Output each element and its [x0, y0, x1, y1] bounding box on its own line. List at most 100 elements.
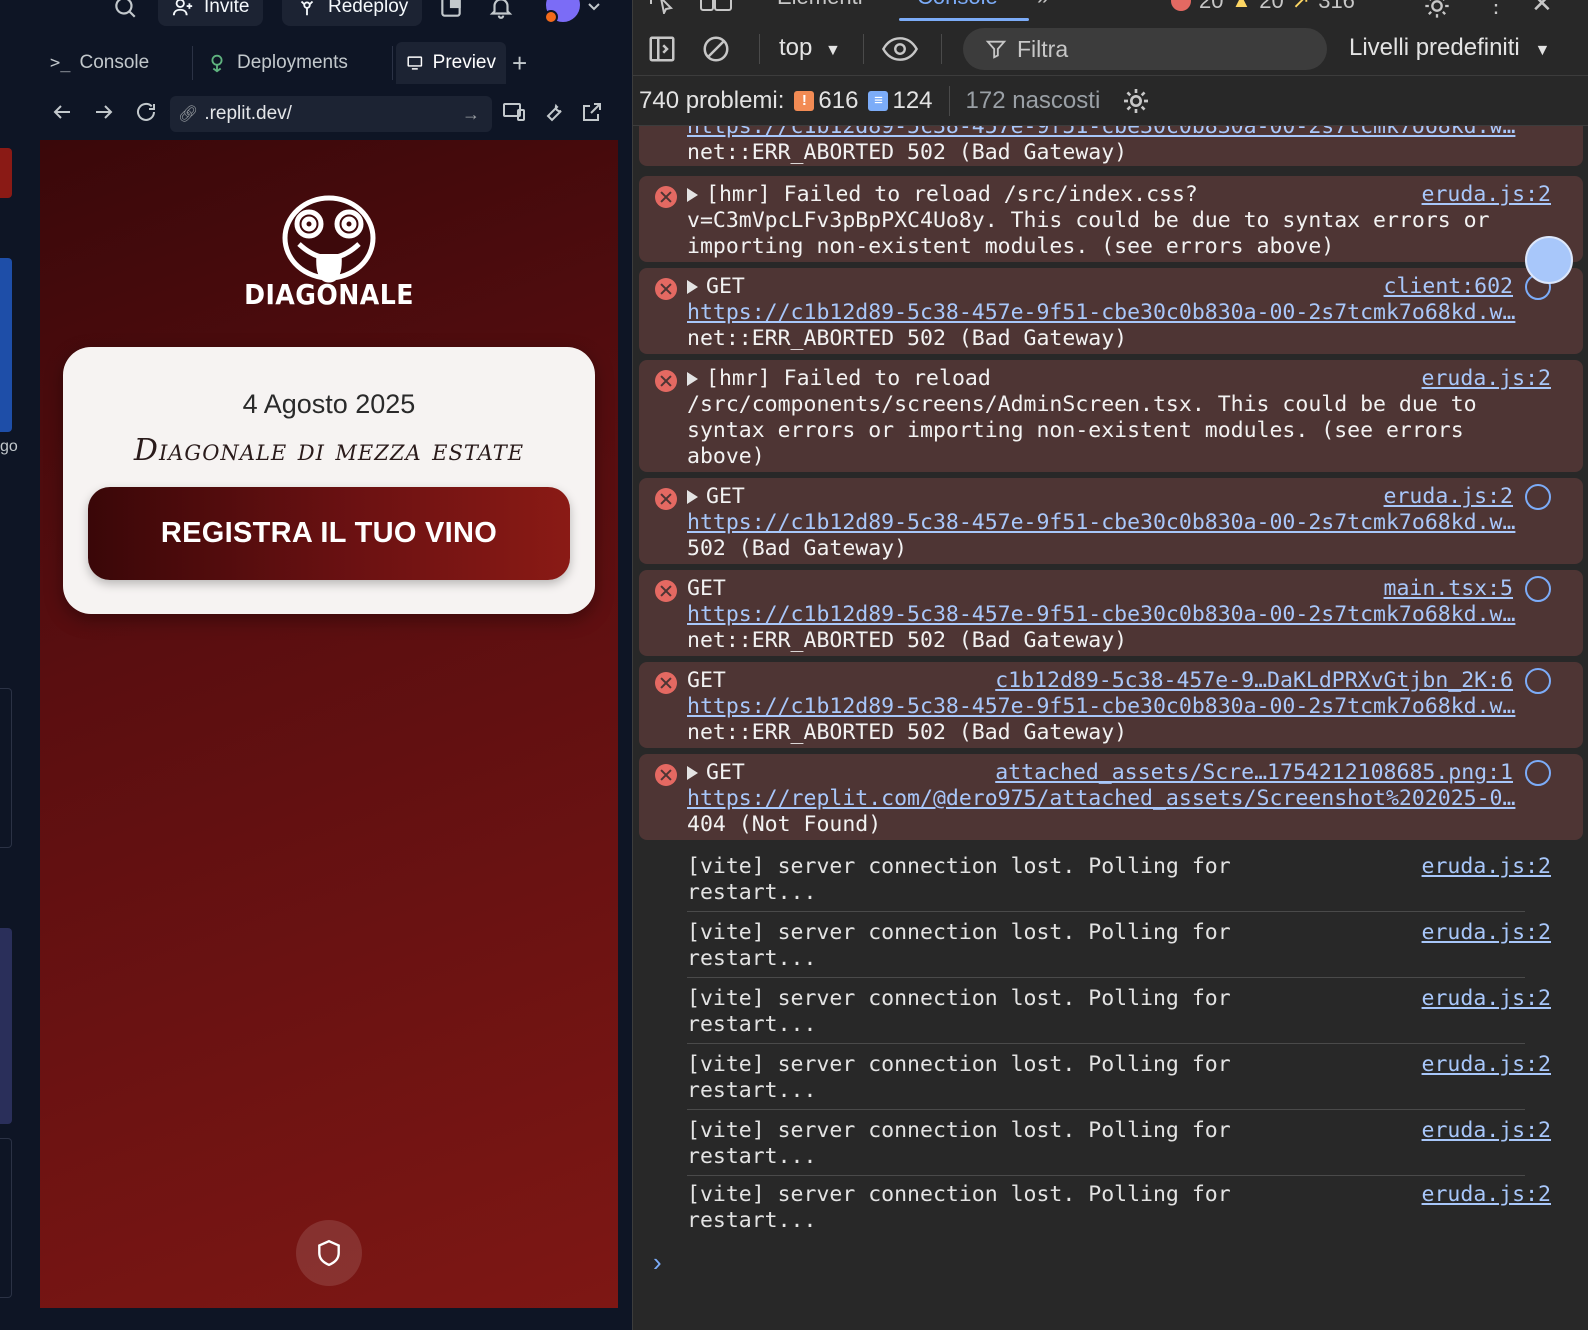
source-link[interactable]: eruda.js:2	[1422, 854, 1551, 880]
source-link[interactable]: attached_assets/Scre…1754212108685.png:1	[995, 760, 1513, 786]
chevron-down-icon[interactable]	[586, 0, 604, 20]
sidebar-fragment	[0, 1138, 12, 1298]
invite-button[interactable]: Invite	[158, 0, 264, 26]
levels-label: Livelli predefiniti	[1349, 34, 1520, 61]
deploy-icon	[300, 0, 314, 16]
source-link[interactable]: eruda.js:2	[1422, 920, 1551, 946]
expand-triangle-icon[interactable]	[687, 766, 698, 780]
url-field[interactable]: 🔗︎ .replit.dev/ →	[170, 96, 492, 132]
network-request-icon[interactable]	[1525, 760, 1551, 786]
sidebar-fragment[interactable]	[0, 258, 12, 432]
tab-deployments[interactable]: Deployments	[196, 42, 358, 84]
forward-icon[interactable]	[92, 100, 118, 126]
source-link[interactable]: eruda.js:2	[1384, 484, 1513, 510]
console-log-row[interactable]: [vite] server connection lost. Polling f…	[639, 914, 1583, 976]
source-link[interactable]: eruda.js:2	[1422, 1118, 1551, 1144]
console-error-row[interactable]: GET https://c1b12d89-5c38-457e-9f51-cbe30…	[639, 662, 1583, 748]
settings-gear-icon[interactable]	[1423, 0, 1451, 20]
close-icon[interactable]: ✕	[1531, 0, 1553, 19]
issue-counters[interactable]: 20 ▲ 20 ↗ 316	[1171, 0, 1355, 14]
inspect-icon[interactable]	[647, 0, 677, 17]
request-url-link[interactable]: https://c1b12d89-5c38-457e-9f51-cbe30c0b…	[687, 694, 1515, 720]
console-error-row[interactable]: GET https://c1b12d89-5c38-457e-9f51-cbe30…	[639, 570, 1583, 656]
warning-count-icon: ▲	[1231, 0, 1252, 12]
console-error-row[interactable]: [hmr] Failed to reload /src/index.css? v=…	[639, 176, 1583, 262]
more-tabs-icon[interactable]: »	[1037, 0, 1049, 10]
avatar[interactable]	[544, 0, 580, 24]
source-link[interactable]: client:602	[1384, 274, 1513, 300]
redeploy-label: Redeploy	[328, 0, 409, 17]
tab-console[interactable]: Console	[917, 0, 998, 10]
layout-icon[interactable]	[438, 0, 464, 20]
console-log-row[interactable]: [vite] server connection lost. Polling f…	[639, 980, 1583, 1042]
filter-input[interactable]: Filtra	[963, 28, 1327, 70]
go-arrow-icon[interactable]: →	[462, 104, 480, 125]
request-url-link[interactable]: https://replit.com/@dero975/attached_ass…	[687, 786, 1515, 812]
back-icon[interactable]	[50, 100, 76, 126]
request-url-link[interactable]: https://c1b12d89-5c38-457e-9f51-cbe30c0b…	[687, 510, 1515, 536]
tab-elements[interactable]: Elementi	[777, 0, 863, 10]
console-error-row[interactable]: GET https://replit.com/@dero975/attached_…	[639, 754, 1583, 840]
ai-assistant-icon[interactable]	[1525, 236, 1573, 284]
network-request-icon[interactable]	[1525, 484, 1551, 510]
shield-button[interactable]	[296, 1220, 362, 1286]
log-levels-dropdown[interactable]: Livelli predefiniti ▼	[1349, 34, 1550, 62]
source-link[interactable]: eruda.js:2	[1422, 1182, 1551, 1208]
workspace-topbar: Invite Redeploy	[0, 0, 632, 38]
device-toggle-icon[interactable]	[699, 0, 733, 14]
console-error-row[interactable]: GET https://c1b12d89-5c38-457e-9f51-cbe30…	[639, 268, 1583, 354]
caret-down-icon: ▼	[1534, 42, 1551, 59]
register-wine-button[interactable]: REGISTRA IL TUO VINO	[88, 487, 570, 580]
console-log-row[interactable]: [vite] server connection lost. Polling f…	[639, 848, 1583, 910]
source-link[interactable]: c1b12d89-5c38-457e-9…DaKLdPRXvGtjbn_2K:6	[995, 668, 1513, 694]
console-error-row[interactable]: https://c1b12d89-5c38-457e-9f51-cbe30c0b…	[639, 126, 1583, 166]
redeploy-button[interactable]: Redeploy	[282, 0, 423, 26]
log-line: restart...	[687, 1208, 817, 1233]
source-link[interactable]: eruda.js:2	[1422, 366, 1551, 392]
request-url-link[interactable]: https://c1b12d89-5c38-457e-9f51-cbe30c0b…	[687, 300, 1515, 326]
error-issues[interactable]: ! 616	[794, 87, 858, 115]
sidebar-fragment[interactable]	[0, 148, 12, 198]
console-settings-icon[interactable]	[1120, 85, 1152, 117]
console-prompt[interactable]: ›	[653, 1247, 662, 1278]
console-log-row[interactable]: [vite] server connection lost. Polling f…	[639, 1046, 1583, 1108]
error-count-icon	[1171, 0, 1191, 11]
expand-triangle-icon[interactable]	[687, 372, 698, 386]
clear-console-icon[interactable]	[701, 34, 733, 66]
tab-console[interactable]: >_ Console	[40, 42, 159, 84]
source-link[interactable]: main.tsx:5	[1384, 576, 1513, 602]
wrench-icon[interactable]	[542, 100, 568, 126]
caret-down-icon: ▼	[825, 42, 841, 59]
devices-icon[interactable]	[502, 100, 528, 126]
left-sidebar-strip: go	[0, 38, 18, 1330]
console-error-row[interactable]: GET https://c1b12d89-5c38-457e-9f51-cbe30…	[639, 478, 1583, 564]
console-log-row[interactable]: [vite] server connection lost. Polling f…	[639, 1112, 1583, 1174]
network-request-icon[interactable]	[1525, 576, 1551, 602]
add-tab-icon[interactable]: +	[512, 48, 527, 79]
network-request-icon[interactable]	[1525, 668, 1551, 694]
source-link[interactable]: eruda.js:2	[1422, 182, 1551, 208]
row-divider	[687, 911, 1525, 912]
tab-preview[interactable]: Previev	[396, 42, 506, 84]
context-selector[interactable]: top ▼	[779, 34, 841, 62]
request-url-link[interactable]: https://c1b12d89-5c38-457e-9f51-cbe30c0b…	[687, 126, 1515, 140]
source-link[interactable]: eruda.js:2	[1422, 986, 1551, 1012]
console-error-row[interactable]: [hmr] Failed to reload/src/components/sc…	[639, 360, 1583, 472]
request-url-link[interactable]: https://c1b12d89-5c38-457e-9f51-cbe30c0b…	[687, 602, 1515, 628]
console-log-row[interactable]: [vite] server connection lost. Polling f…	[639, 1176, 1583, 1238]
error-icon	[655, 580, 677, 602]
sidebar-toggle-icon[interactable]	[647, 34, 679, 66]
expand-triangle-icon[interactable]	[687, 280, 698, 294]
open-external-icon[interactable]	[580, 100, 606, 126]
expand-triangle-icon[interactable]	[687, 188, 698, 202]
search-icon[interactable]	[112, 0, 138, 20]
log-line: restart...	[687, 1078, 817, 1103]
live-expression-eye-icon[interactable]	[881, 34, 921, 66]
hidden-count[interactable]: 172 nascosti	[966, 87, 1101, 115]
kebab-menu-icon[interactable]: ⋮	[1485, 0, 1507, 18]
source-link[interactable]: eruda.js:2	[1422, 1052, 1551, 1078]
message-issues[interactable]: ≡ 124	[868, 87, 933, 115]
bell-icon[interactable]	[488, 0, 514, 20]
expand-triangle-icon[interactable]	[687, 490, 698, 504]
reload-icon[interactable]	[134, 100, 160, 126]
